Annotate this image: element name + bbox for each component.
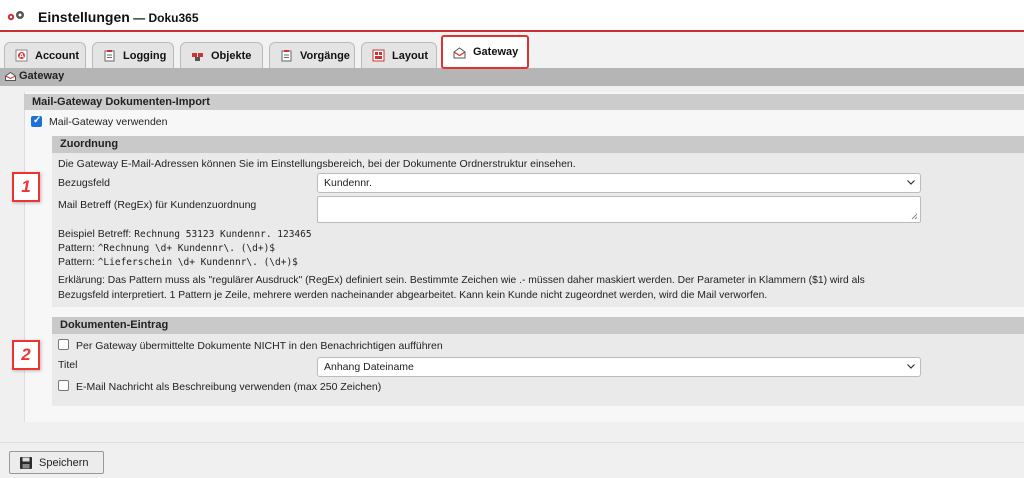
footer-bar [0,442,1024,478]
pattern-line-2: Pattern: ^Lieferschein \d+ Kundennr\. (\… [58,256,298,268]
mail-open-icon [453,46,466,58]
eintrag-header: Dokumenten-Eintrag [52,317,1024,334]
page-title: Einstellungen — Doku365 [38,9,199,25]
titel-value: Anhang Dateiname [324,361,414,373]
save-button[interactable]: Speichern [9,451,104,474]
use-gateway-label: Mail-Gateway verwenden [49,116,168,128]
erklaerung-line-1: Erklärung: Das Pattern muss als "regulär… [58,275,865,286]
resize-grip-icon[interactable] [911,213,918,220]
bezugsfeld-label: Bezugsfeld [58,177,110,189]
section-title: Gateway [19,70,65,82]
tab-strip: A Account Logging Objekte Vorgänge Layou… [0,32,1024,69]
page-subtitle: Doku365 [148,11,199,25]
clipboard-icon [281,50,292,62]
titel-select[interactable]: Anhang Dateiname [317,357,921,377]
clipboard-icon [104,50,115,62]
bezugsfeld-select[interactable]: Kundennr. [317,173,921,193]
layout-icon [372,49,385,62]
mail-open-icon [5,72,16,81]
zuordnung-info: Die Gateway E-Mail-Adressen können Sie i… [58,158,576,170]
pattern-line-1: Pattern: ^Rechnung \d+ Kundennr\. (\d+)$ [58,242,276,254]
notify-checkbox[interactable] [58,339,69,350]
titel-label: Titel [58,359,78,371]
account-icon: A [15,49,28,62]
betreff-label: Mail Betreff (RegEx) für Kundenzuordnung [58,199,257,211]
chevron-down-icon [907,180,915,185]
svg-text:A: A [19,53,24,60]
tab-logging[interactable]: Logging [92,42,174,68]
betreff-textarea[interactable] [317,196,921,223]
import-panel-header: Mail-Gateway Dokumenten-Import [24,94,1024,110]
annotation-marker-2: 2 [12,340,40,370]
title-bar: Einstellungen — Doku365 [0,0,1024,32]
tab-layout[interactable]: Layout [361,42,437,68]
use-gateway-checkbox[interactable] [31,115,42,127]
objects-icon [192,53,203,61]
floppy-disk-icon [20,456,32,469]
bezugsfeld-value: Kundennr. [324,177,372,189]
section-bar: Gateway [0,68,1024,86]
tab-gateway[interactable]: Gateway [441,35,529,69]
zuordnung-header: Zuordnung [52,136,1024,153]
gears-icon [7,11,24,21]
tab-vorgaenge[interactable]: Vorgänge [269,42,355,68]
mail-description-checkbox[interactable] [58,380,69,391]
erklaerung-line-2: Bezugsfeld interpretiert. 1 Pattern je Z… [58,290,768,301]
chevron-down-icon [907,364,915,369]
tab-account[interactable]: A Account [4,42,86,68]
tab-objekte[interactable]: Objekte [180,42,263,68]
beispiel-line: Beispiel Betreff: Rechnung 53123 Kundenn… [58,228,312,240]
notify-label: Per Gateway übermittelte Dokumente NICHT… [76,340,443,352]
mail-description-label: E-Mail Nachricht als Beschreibung verwen… [76,381,382,393]
annotation-marker-1: 1 [12,172,40,202]
